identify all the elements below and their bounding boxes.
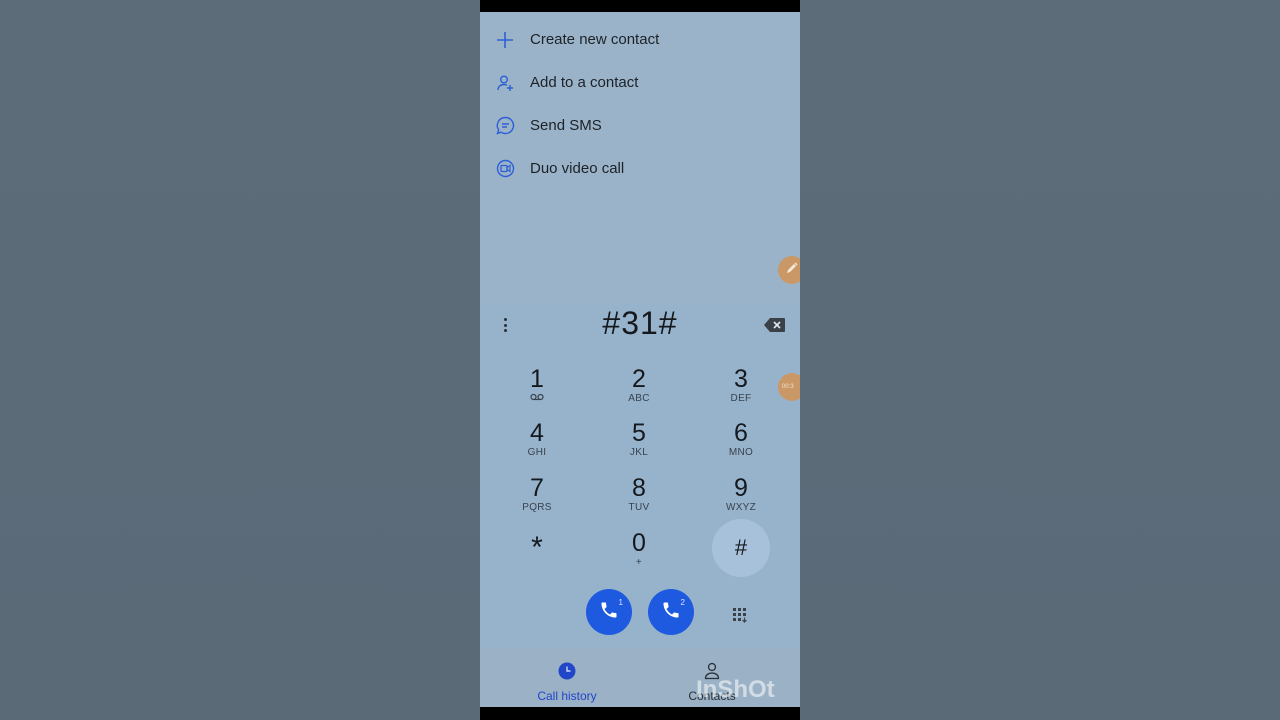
message-icon bbox=[494, 115, 516, 137]
edit-fab[interactable] bbox=[778, 256, 800, 284]
video-call-icon bbox=[494, 158, 516, 180]
key-digit: 5 bbox=[632, 419, 646, 447]
key-letters: TUV bbox=[628, 502, 650, 513]
key-digit: 0 bbox=[632, 529, 646, 557]
timer-text: 00:3 bbox=[782, 384, 794, 390]
create-new-contact-item[interactable]: Create new contact bbox=[480, 18, 800, 61]
status-bar bbox=[480, 0, 800, 12]
key-digit: * bbox=[531, 531, 543, 564]
key-digit: 4 bbox=[530, 419, 544, 447]
dialpad-grid-icon[interactable] bbox=[732, 607, 748, 623]
phone-icon bbox=[661, 600, 681, 625]
nav-call-history-label: Call history bbox=[537, 689, 597, 703]
floating-timer-bubble[interactable]: 00:3 bbox=[778, 373, 800, 401]
key-8[interactable]: 8 TUV bbox=[609, 474, 669, 526]
key-digit: 3 bbox=[734, 365, 748, 393]
pencil-icon bbox=[785, 261, 799, 280]
key-digit: # bbox=[734, 535, 748, 560]
key-1[interactable]: 1 bbox=[507, 365, 567, 417]
key-digit: 8 bbox=[632, 474, 646, 502]
send-sms-item[interactable]: Send SMS bbox=[480, 104, 800, 147]
nav-call-history[interactable]: Call history bbox=[507, 662, 627, 703]
plus-icon bbox=[494, 29, 516, 51]
key-letters: PQRS bbox=[522, 502, 552, 513]
send-sms-label: Send SMS bbox=[530, 117, 602, 134]
key-digit: 7 bbox=[530, 474, 544, 502]
sim-number: 1 bbox=[618, 598, 623, 607]
add-to-contact-item[interactable]: Add to a contact bbox=[480, 61, 800, 104]
key-letters: GHI bbox=[527, 447, 547, 458]
key-hash[interactable]: # bbox=[711, 534, 771, 586]
key-4[interactable]: 4 GHI bbox=[507, 419, 567, 471]
phone-screen: Create new contact Add to a contact Send… bbox=[480, 0, 800, 720]
key-digit: 9 bbox=[734, 474, 748, 502]
inshot-watermark: InShOt bbox=[696, 676, 775, 703]
key-2[interactable]: 2 ABC bbox=[609, 365, 669, 417]
navigation-bar bbox=[480, 707, 800, 720]
duo-video-call-item[interactable]: Duo video call bbox=[480, 147, 800, 190]
add-to-contact-label: Add to a contact bbox=[530, 74, 639, 91]
dialer-action-menu: Create new contact Add to a contact Send… bbox=[480, 18, 800, 190]
key-letters: DEF bbox=[730, 393, 752, 404]
call-sim1-button[interactable]: 1 bbox=[586, 589, 632, 635]
key-letters: WXYZ bbox=[725, 502, 757, 513]
key-letters: ABC bbox=[628, 393, 650, 404]
sim-number: 2 bbox=[680, 598, 685, 607]
background-right bbox=[800, 0, 1280, 720]
dialpad-panel: #31# 1 2 ABC 3 DEF 4 GHI 5 JKL 6 MNO 7 P… bbox=[480, 303, 800, 648]
key-3[interactable]: 3 DEF bbox=[711, 365, 771, 417]
key-digit: 2 bbox=[632, 365, 646, 393]
more-options-icon[interactable] bbox=[498, 316, 512, 334]
key-7[interactable]: 7 PQRS bbox=[507, 474, 567, 526]
create-new-contact-label: Create new contact bbox=[530, 31, 660, 48]
key-9[interactable]: 9 WXYZ bbox=[711, 474, 771, 526]
key-letters: JKL bbox=[629, 447, 649, 458]
dialed-number: #31# bbox=[602, 305, 678, 341]
key-0[interactable]: 0 + bbox=[609, 529, 669, 581]
call-sim2-button[interactable]: 2 bbox=[648, 589, 694, 635]
backspace-icon[interactable] bbox=[764, 317, 786, 338]
voicemail-icon bbox=[507, 393, 567, 405]
phone-icon bbox=[599, 600, 619, 625]
duo-video-call-label: Duo video call bbox=[530, 160, 625, 177]
add-person-icon bbox=[494, 72, 516, 94]
key-letters: + bbox=[635, 557, 643, 568]
clock-icon bbox=[558, 662, 576, 684]
key-digit: 1 bbox=[530, 365, 544, 393]
key-6[interactable]: 6 MNO bbox=[711, 419, 771, 471]
key-star[interactable]: * bbox=[507, 531, 567, 586]
key-digit: 6 bbox=[734, 419, 748, 447]
key-letters: MNO bbox=[728, 447, 754, 458]
key-5[interactable]: 5 JKL bbox=[609, 419, 669, 471]
background-left bbox=[0, 0, 480, 720]
